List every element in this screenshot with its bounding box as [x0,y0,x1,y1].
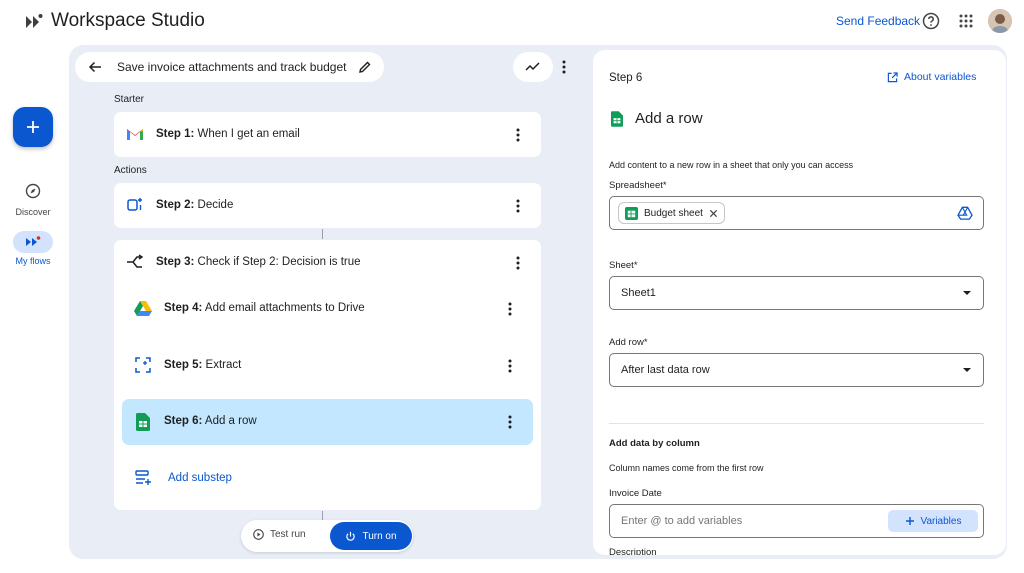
avatar[interactable] [988,9,1012,33]
add-substep-button[interactable]: Add substep [122,456,533,501]
sheet-select[interactable]: Sheet1 [609,276,984,310]
turn-on-label: Turn on [362,530,397,542]
top-bar: Workspace Studio Send Feedback [0,0,1024,44]
close-icon[interactable] [709,209,718,218]
step-4-card[interactable]: Step 4: Add email attachments to Drive [122,286,533,331]
panel-title: Add a row [635,110,703,127]
test-run-button[interactable]: Test run [253,529,306,540]
sheets-icon [625,206,638,220]
extract-icon [134,356,152,374]
step-4-label: Step 4: Add email attachments to Drive [164,302,365,314]
open-external-icon [887,71,898,82]
step-5-more-icon[interactable] [504,358,516,374]
rail-label-my-flows: My flows [15,256,51,266]
add-row-select[interactable]: After last data row [609,353,984,387]
power-icon [346,531,356,541]
spreadsheet-chip[interactable]: Budget sheet [618,202,725,224]
step-2-more-icon[interactable] [512,198,524,214]
step-3-card[interactable]: Step 3: Check if Step 2: Decision is tru… [114,240,541,285]
step-3-more-icon[interactable] [512,255,524,271]
trend-button[interactable] [513,52,553,82]
rail-item-discover[interactable]: Discover [6,183,60,217]
flow-header: Save invoice attachments and track budge… [75,52,384,82]
panel-description: Add content to a new row in a sheet that… [609,160,854,170]
about-variables-link[interactable]: About variables [887,71,976,83]
apps-icon[interactable] [955,10,977,32]
actions-label: Actions [114,165,147,176]
invoice-date-input[interactable]: Enter @ to add variables Variables [609,504,984,538]
invoice-date-label: Invoice Date [609,488,662,499]
active-indicator [13,231,53,253]
flow-canvas: Save invoice attachments and track budge… [69,45,1007,559]
back-arrow-icon[interactable] [87,59,103,75]
step-1-label: Step 1: When I get an email [156,128,300,140]
step-2-card[interactable]: Step 2: Decide [114,183,541,228]
about-variables-label: About variables [904,71,977,83]
step-2-label: Step 2: Decide [156,199,234,211]
spreadsheet-chip-label: Budget sheet [644,207,703,219]
flows-icon [26,236,41,246]
step-details-panel: Step 6 About variables Add a row Add con… [593,50,1006,555]
connector-line [322,229,323,239]
drive-icon[interactable] [957,206,973,220]
rail-item-my-flows[interactable]: My flows [6,231,60,266]
run-controls: Test run Turn on [241,520,413,552]
compass-icon [25,183,41,199]
sheets-icon [134,413,152,431]
branch-icon [126,253,144,271]
divider [609,423,984,424]
step-6-card[interactable]: Step 6: Add a row [122,399,533,445]
gmail-icon [126,125,144,143]
more-vert-icon[interactable] [557,58,571,76]
variables-button[interactable]: Variables [888,510,978,532]
sheet-label: Sheet* [609,260,638,271]
help-icon[interactable] [920,10,942,32]
test-run-label: Test run [270,529,306,540]
add-substep-label: Add substep [168,472,232,484]
dropdown-arrow-icon [963,291,971,295]
add-data-heading: Add data by column [609,438,700,449]
step-1-card[interactable]: Step 1: When I get an email [114,112,541,157]
send-feedback-link[interactable]: Send Feedback [836,14,920,28]
add-substep-icon [134,469,152,487]
panel-step-label: Step 6 [609,72,643,84]
step-6-more-icon[interactable] [504,414,516,430]
logo-icon [26,14,43,28]
description-label: Description [609,547,657,555]
add-row-select-value: After last data row [621,364,710,376]
decide-icon [126,196,144,214]
spreadsheet-label: Spreadsheet* [609,180,667,191]
trend-icon [525,62,540,71]
plus-icon [27,121,39,133]
sheets-icon [611,111,623,127]
sheet-select-value: Sheet1 [621,287,656,299]
dropdown-arrow-icon [963,368,971,372]
step-3-label: Step 3: Check if Step 2: Decision is tru… [156,256,361,268]
spreadsheet-field[interactable]: Budget sheet [609,196,984,230]
invoice-date-placeholder: Enter @ to add variables [621,515,743,527]
step-6-label: Step 6: Add a row [164,415,257,427]
play-icon [253,529,264,540]
step-5-label: Step 5: Extract [164,359,242,371]
step-1-more-icon[interactable] [512,127,524,143]
app-title: Workspace Studio [51,10,205,31]
add-row-label: Add row* [609,337,648,348]
plus-icon [905,517,914,525]
flow-title: Save invoice attachments and track budge… [117,60,347,74]
step-5-card[interactable]: Step 5: Extract [122,343,533,388]
starter-label: Starter [114,94,145,105]
turn-on-button[interactable]: Turn on [330,522,412,550]
add-data-description: Column names come from the first row [609,463,764,473]
variables-button-label: Variables [920,515,962,527]
edit-pencil-icon[interactable] [358,60,372,74]
create-button[interactable] [13,107,53,147]
rail-label-discover: Discover [15,207,51,217]
drive-icon [134,299,152,317]
connector-line [322,511,323,520]
step-4-more-icon[interactable] [504,301,516,317]
